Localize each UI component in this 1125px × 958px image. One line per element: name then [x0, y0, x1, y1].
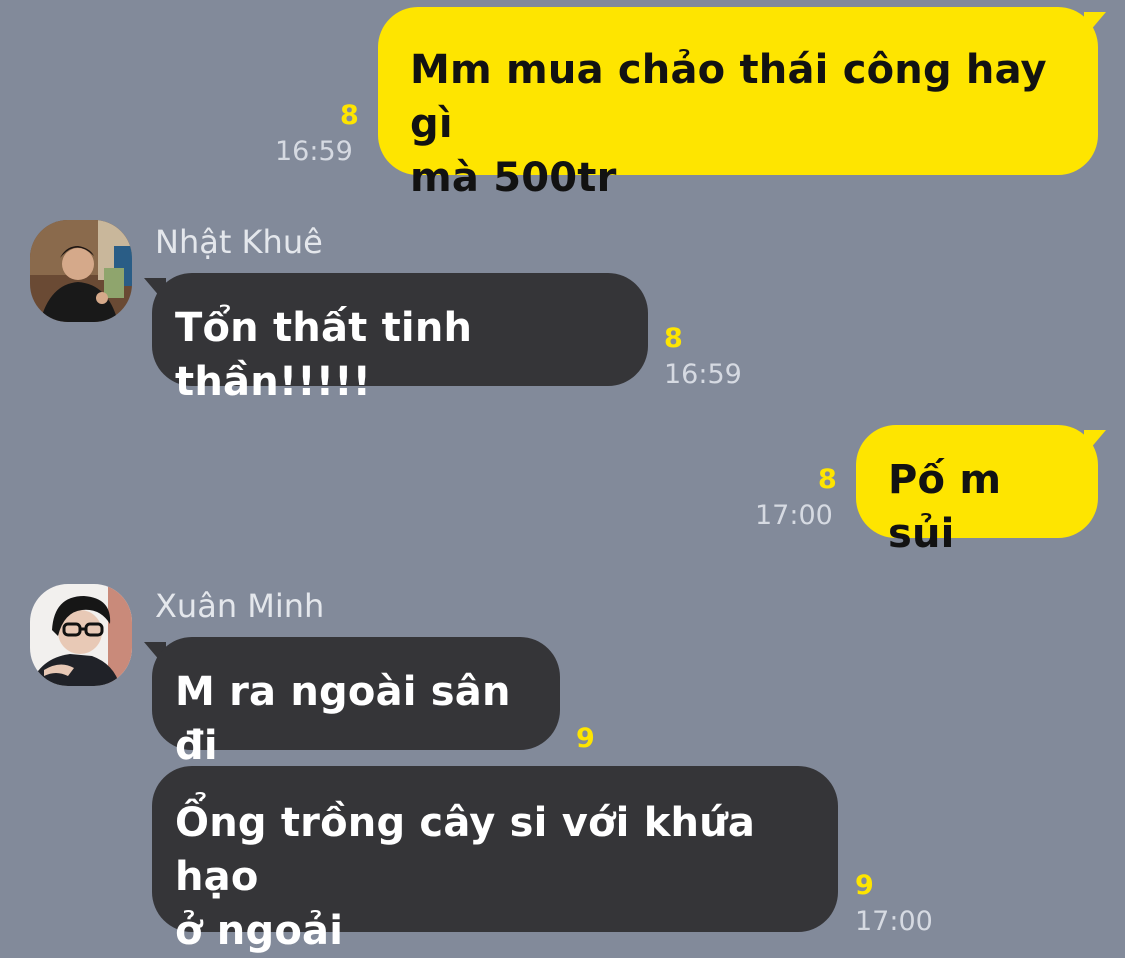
message-time: 17:00 [855, 906, 933, 937]
incoming-message-bubble[interactable]: M ra ngoài sân đi [152, 637, 560, 769]
message-time: 16:59 [664, 359, 742, 390]
unread-count: 8 [818, 464, 837, 495]
profile-photo [30, 584, 132, 686]
outgoing-message-bubble[interactable]: Pố m sủi [856, 425, 1098, 557]
message-text-line: mà 500tr [410, 155, 617, 201]
message-time: 16:59 [275, 136, 353, 167]
message-text-line: M ra ngoài sân đi [175, 669, 511, 769]
incoming-message-bubble[interactable]: Ổng trồng cây si với khứa hạo ở ngoải [152, 766, 838, 954]
unread-count: 9 [576, 723, 595, 754]
message-text-line: Ổng trồng cây si với khứa hạo [175, 800, 756, 900]
message-text-line: ở ngoải [175, 908, 344, 954]
profile-photo [30, 220, 132, 322]
incoming-message-bubble[interactable]: Tổn thất tinh thần!!!!! [152, 273, 648, 405]
unread-count: 9 [855, 870, 874, 901]
sender-name: Nhật Khuê [155, 223, 323, 261]
sender-name: Xuân Minh [155, 587, 325, 625]
message-text-line: Mm mua chảo thái công hay gì [410, 47, 1047, 147]
unread-count: 8 [340, 100, 359, 131]
message-time: 17:00 [755, 500, 833, 531]
message-text-line: Pố m sủi [888, 457, 1002, 557]
message-text-line: Tổn thất tinh thần!!!!! [175, 305, 473, 405]
outgoing-message-bubble[interactable]: Mm mua chảo thái công hay gì mà 500tr [378, 7, 1098, 201]
avatar[interactable] [30, 584, 132, 686]
avatar[interactable] [30, 220, 132, 322]
unread-count: 8 [664, 323, 683, 354]
